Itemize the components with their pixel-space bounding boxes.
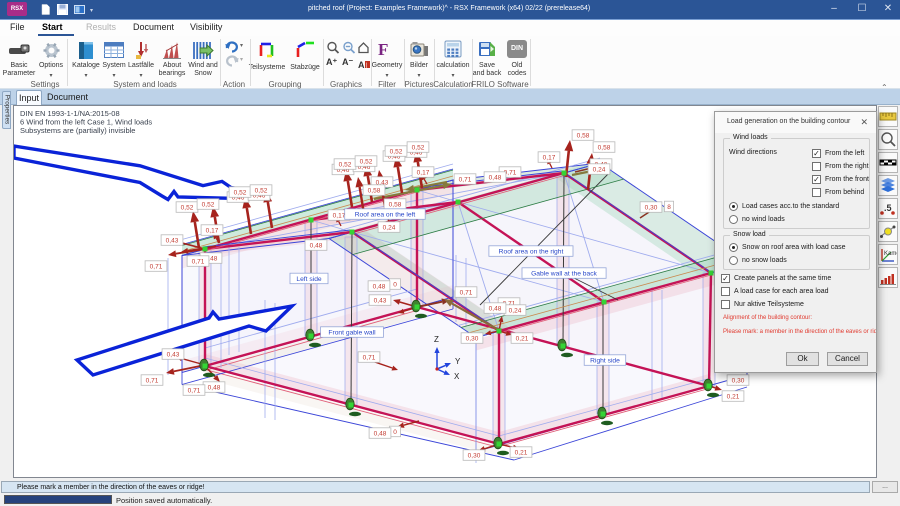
svg-text:0,21: 0,21 [515, 450, 528, 457]
svg-text:Right side: Right side [590, 358, 620, 365]
svg-text:0,71: 0,71 [459, 177, 472, 184]
svg-text:0,58: 0,58 [389, 202, 402, 209]
svg-text:A: A [358, 60, 365, 70]
svg-text:0,48: 0,48 [310, 243, 323, 250]
svg-text:0,30: 0,30 [468, 453, 481, 460]
svg-text:0,21: 0,21 [727, 394, 740, 401]
svg-text:0,71: 0,71 [188, 388, 201, 395]
svg-text:.5: .5 [884, 203, 892, 213]
svg-text:0,48: 0,48 [373, 284, 386, 291]
svg-text:0,43: 0,43 [167, 352, 180, 359]
svg-text:0,17: 0,17 [333, 213, 346, 220]
svg-text:0,58: 0,58 [368, 188, 381, 195]
svg-text:Kame: Kame [884, 251, 897, 257]
svg-text:0,52: 0,52 [181, 205, 194, 212]
svg-text:0,43: 0,43 [166, 238, 179, 245]
svg-text:8: 8 [667, 204, 671, 211]
svg-text:Front gable wall: Front gable wall [328, 330, 376, 337]
svg-text:0,71: 0,71 [363, 355, 376, 362]
svg-text:0,17: 0,17 [417, 170, 430, 177]
svg-text:0,24: 0,24 [509, 308, 522, 315]
svg-text:0,48: 0,48 [489, 306, 502, 313]
svg-text:0,52: 0,52 [412, 145, 425, 152]
svg-text:0,71: 0,71 [460, 290, 473, 297]
svg-text:0,30: 0,30 [732, 378, 745, 385]
svg-text:Roof area on the left: Roof area on the left [355, 212, 416, 219]
svg-text:0: 0 [393, 429, 397, 436]
svg-text:Z: Z [434, 335, 439, 344]
svg-text:0,58: 0,58 [577, 133, 590, 140]
svg-text:0,30: 0,30 [645, 205, 658, 212]
svg-text:0,48: 0,48 [208, 385, 221, 392]
svg-text:Gable wall at the back: Gable wall at the back [531, 271, 597, 278]
svg-text:0,52: 0,52 [202, 202, 215, 209]
svg-text:X: X [454, 372, 460, 381]
svg-text:0,21: 0,21 [516, 336, 529, 343]
svg-text:Y: Y [455, 357, 461, 366]
svg-text:0,58: 0,58 [598, 145, 611, 152]
svg-text:0,24: 0,24 [383, 225, 396, 232]
svg-text:0,52: 0,52 [339, 162, 352, 169]
svg-text:0,24: 0,24 [593, 167, 606, 174]
svg-text:0,52: 0,52 [255, 188, 268, 195]
svg-text:0,17: 0,17 [206, 228, 219, 235]
svg-text:0: 0 [393, 282, 397, 289]
svg-text:0,52: 0,52 [234, 190, 247, 197]
svg-text:0,30: 0,30 [466, 336, 479, 343]
svg-text:0,52: 0,52 [390, 149, 403, 156]
svg-text:0,17: 0,17 [543, 155, 556, 162]
svg-text:Roof area on the right: Roof area on the right [499, 249, 564, 256]
svg-text:0,43: 0,43 [374, 298, 387, 305]
svg-text:0,71: 0,71 [192, 259, 205, 266]
svg-text:Left side: Left side [296, 276, 322, 283]
svg-text:Subsystems are (partially) inv: Subsystems are (partially) invisible [20, 126, 135, 135]
svg-text:0,48: 0,48 [374, 431, 387, 438]
svg-text:0,71: 0,71 [146, 378, 159, 385]
svg-text:0,48: 0,48 [489, 175, 502, 182]
svg-text:0,52: 0,52 [360, 159, 373, 166]
svg-text:0,71: 0,71 [150, 264, 163, 271]
